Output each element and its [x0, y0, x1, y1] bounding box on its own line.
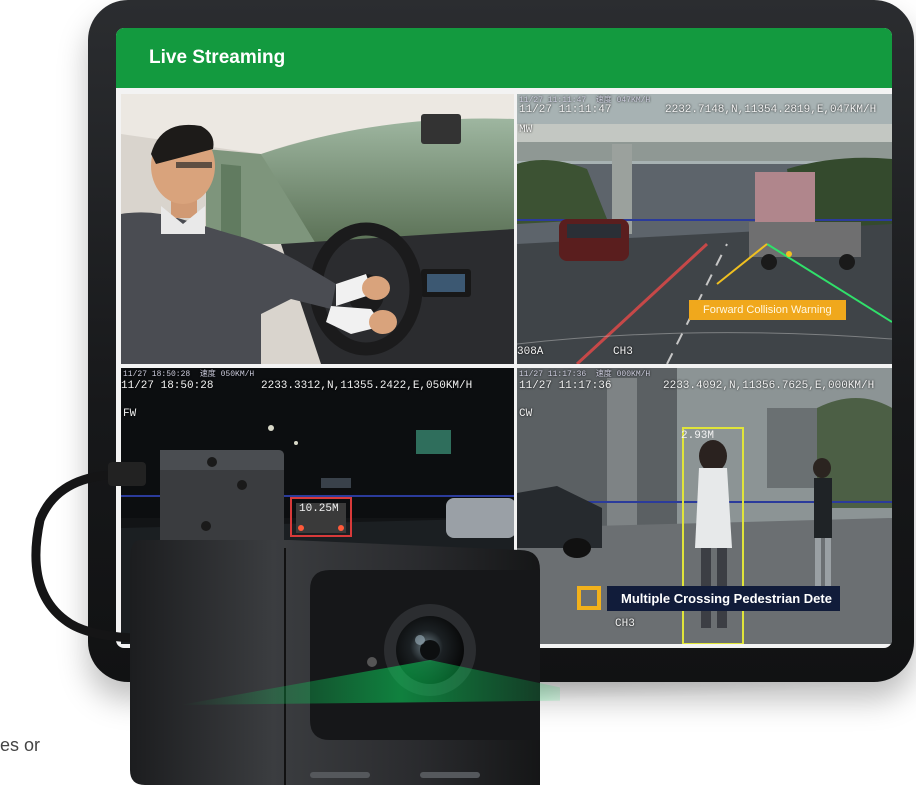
pedestrian-channel: CH3 [615, 618, 635, 630]
forward-timestamp: 11/27 11:11:47 [519, 104, 612, 116]
forward-channel: CH3 [613, 346, 633, 358]
video-feed-forward[interactable]: 11/27 11:11:47 速度 047KM/H 11/27 11:11:47… [517, 94, 892, 364]
night-tag: FW [123, 408, 137, 420]
pedestrian-timestamp: 11/27 11:17:36 [519, 380, 612, 392]
pedestrian-gps: 2233.4092,N,11356.7625,E,000KM/H [663, 380, 875, 392]
side-caption-fragment: es or [0, 735, 41, 755]
video-feed-cabin[interactable] [121, 94, 514, 364]
night-gps: 2233.3312,N,11355.2422,E,050KM/H [261, 380, 473, 392]
night-timestamp: 11/27 18:50:28 [121, 380, 214, 392]
forward-gps: 2232.7148,N,11354.2819,E,047KM/H [665, 104, 877, 116]
dashcam-device [31, 450, 560, 785]
forward-collision-warning: Forward Collision Warning [689, 300, 846, 320]
page-title: Live Streaming [149, 47, 286, 68]
night-osd-small: 11/27 18:50:28 速度 050KM/H [123, 370, 255, 379]
pedestrian-distance: 2.93M [681, 430, 715, 442]
video-feed-pedestrian[interactable]: 11/27 11:17:36 速度 000KM/H 11/27 11:17:36… [517, 368, 892, 644]
pedestrian-tag: CW [519, 408, 533, 420]
app-header: Live Streaming [116, 28, 892, 88]
forward-camera-id: 308A [517, 346, 544, 358]
forward-road-scene [517, 94, 892, 364]
cabin-scene [121, 94, 514, 364]
pedestrian-osd-small: 11/27 11:17:36 速度 000KM/H [519, 370, 651, 379]
pedestrian-alert-icon [577, 586, 601, 610]
forward-tag: MW [519, 124, 533, 136]
pedestrian-warning-banner: Multiple Crossing Pedestrian Dete [607, 586, 840, 611]
